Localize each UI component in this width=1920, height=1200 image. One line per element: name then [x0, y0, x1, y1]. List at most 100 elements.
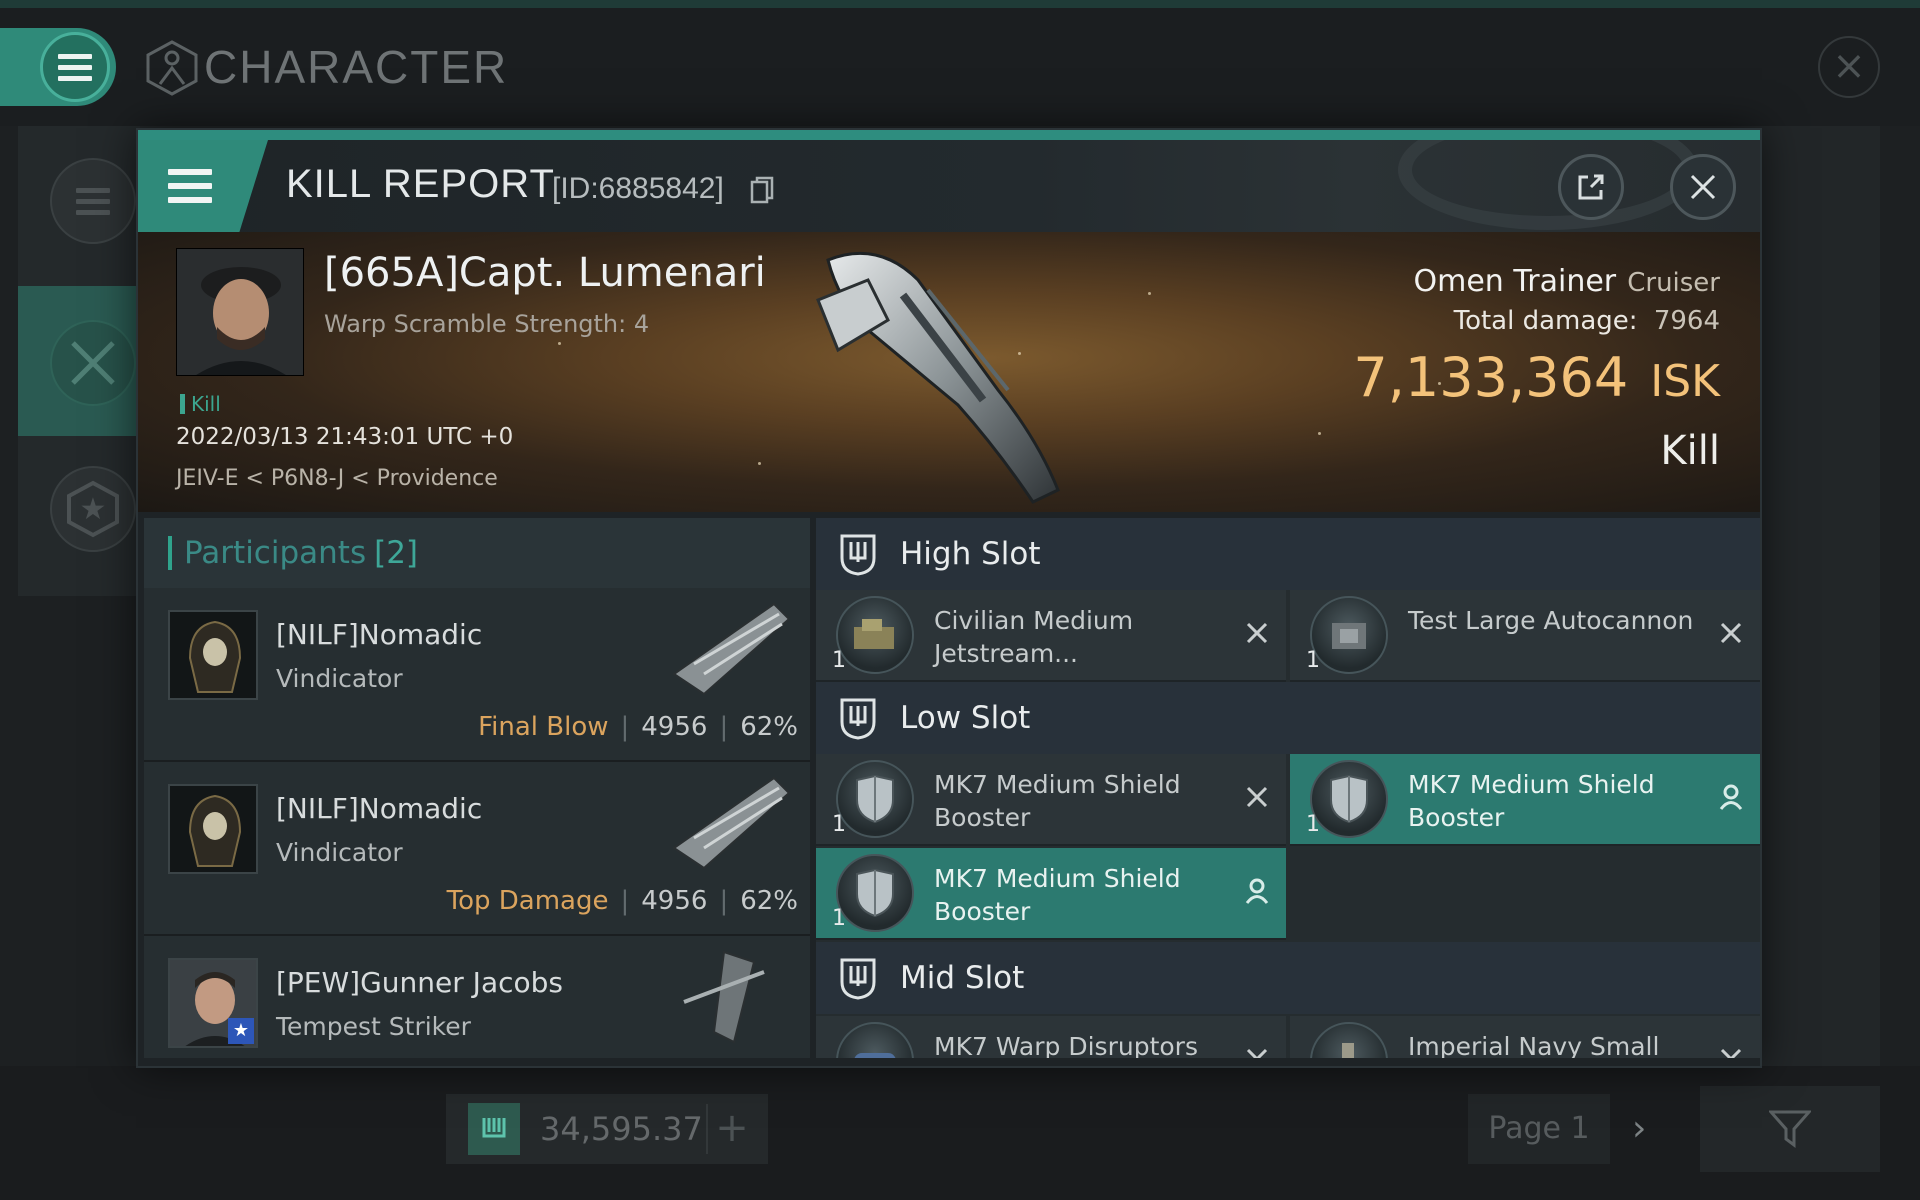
kill-summary-banner: [665A]Capt. Lumenari Warp Scramble Stren… — [138, 232, 1760, 512]
sidebar-star-icon[interactable]: ★ — [50, 466, 136, 552]
participant-ship-image — [672, 776, 791, 870]
participant-ship-image — [683, 950, 765, 1044]
high-slot-header: High Slot — [816, 518, 1760, 590]
background-sidebar: ★ — [18, 126, 140, 596]
participant-row[interactable]: [NILF]Nomadic Vindicator Top Damage | 4956… — [144, 762, 810, 936]
participant-percent: 62% — [740, 712, 798, 742]
wallet-display: 34,595.37 + — [446, 1094, 768, 1164]
hamburger-icon — [58, 53, 92, 81]
participants-label: Participants — [184, 535, 367, 571]
victim-portrait[interactable] — [176, 248, 304, 376]
low-slot-header: Low Slot — [816, 682, 1760, 754]
participant-avatar — [168, 610, 258, 700]
kill-location[interactable]: JEIV-E < P6N8-J < Providence — [176, 466, 498, 491]
kill-timestamp: 2022/03/13 21:43:01 UTC +0 — [176, 424, 514, 450]
jetstream-module-icon — [836, 596, 914, 674]
dropped-icon — [1240, 874, 1274, 908]
participant-row[interactable]: [NILF]Nomadic Vindicator Final Blow | 4956… — [144, 588, 810, 762]
page-indicator: Page 1 — [1468, 1094, 1610, 1164]
module-name: Test Large Autocannon — [1408, 606, 1694, 635]
destroyed-icon — [1714, 1042, 1748, 1058]
module-name: Civilian Medium Jetstream... — [934, 606, 1134, 668]
module-name: MK7 Warp Disruptors — [934, 1032, 1198, 1058]
participant-avatar: ★ — [168, 958, 258, 1048]
victim-ship-image[interactable] — [808, 240, 1138, 510]
module-item[interactable]: 1 Imperial Navy Small — [1290, 1016, 1760, 1058]
participant-avatar — [168, 784, 258, 874]
module-item[interactable]: 1 Test Large Autocannon — [1290, 590, 1760, 682]
star-badge-icon: ★ — [228, 1018, 254, 1044]
participants-panel: Participants [2] [NILF]Nomadic Vindicato… — [144, 518, 810, 1058]
module-item[interactable]: 1 MK7 Medium Shield Booster — [816, 754, 1286, 846]
shield-booster-icon — [836, 854, 914, 932]
filter-button[interactable] — [1700, 1086, 1880, 1172]
autocannon-module-icon — [1310, 596, 1388, 674]
isk-unit: ISK — [1650, 356, 1720, 407]
module-quantity: 1 — [1306, 812, 1320, 837]
mid-slot-icon — [840, 958, 876, 1000]
sidebar-menu-icon[interactable] — [50, 158, 136, 244]
wallet-icon — [468, 1103, 520, 1155]
kill-report-id: [ID:6885842] — [552, 172, 724, 205]
participant-role: Final Blow — [478, 712, 609, 742]
mid-slot-header: Mid Slot — [816, 942, 1760, 1014]
module-name: MK7 Medium Shield Booster — [1408, 770, 1655, 832]
participant-stats: Top Damage | 4956 | 62% — [446, 886, 798, 916]
add-funds-button[interactable]: + — [706, 1104, 756, 1154]
dialog-title: KILL REPORT — [286, 162, 555, 206]
participant-ship-image — [672, 602, 791, 696]
character-menu-button[interactable] — [0, 28, 116, 106]
close-icon — [1690, 174, 1716, 200]
warp-scramble-strength: Warp Scramble Strength: 4 — [324, 310, 650, 338]
module-item[interactable]: 1 MK7 Medium Shield Booster — [816, 848, 1286, 940]
shield-booster-icon — [836, 760, 914, 838]
hamburger-icon — [168, 169, 212, 203]
module-quantity: 1 — [1306, 648, 1320, 673]
isk-value: 7,133,364 — [1353, 346, 1629, 409]
participant-ship: Vindicator — [276, 838, 403, 867]
high-slot-icon — [840, 534, 876, 576]
module-name: MK7 Medium Shield Booster — [934, 864, 1181, 926]
character-icon — [146, 40, 198, 96]
window-close-button[interactable]: × — [1818, 36, 1880, 98]
window-title: CHARACTER — [204, 41, 509, 93]
next-page-button[interactable]: › — [1632, 1094, 1668, 1164]
module-quantity: 1 — [832, 648, 846, 673]
participant-stats: Final Blow | 4956 | 62% — [478, 712, 798, 742]
imperial-navy-module-icon — [1310, 1022, 1388, 1058]
module-name: MK7 Medium Shield Booster — [934, 770, 1181, 832]
destroyed-icon — [1240, 616, 1274, 650]
low-slot-icon — [840, 698, 876, 740]
kill-tag: Kill — [180, 392, 221, 416]
top-strip — [0, 0, 1920, 8]
sidebar-combat-icon[interactable] — [50, 320, 136, 406]
ship-class: Cruiser — [1627, 268, 1720, 298]
destroyed-icon — [1240, 780, 1274, 814]
ship-name[interactable]: Omen Trainer — [1414, 264, 1617, 299]
svg-text:★: ★ — [80, 492, 107, 527]
module-item[interactable]: 1 MK7 Warp Disruptors — [816, 1016, 1286, 1058]
close-icon: × — [1832, 43, 1866, 89]
participant-row[interactable]: ★ [PEW]Gunner Jacobs Tempest Striker — [144, 936, 810, 1058]
isk-value-row: 7,133,364 ISK — [1353, 346, 1720, 409]
participant-name: [NILF]Nomadic — [276, 792, 483, 825]
destroyed-icon — [1714, 616, 1748, 650]
share-button[interactable] — [1558, 154, 1624, 220]
participant-ship: Vindicator — [276, 664, 403, 693]
module-item[interactable]: 1 Civilian Medium Jetstream... — [816, 590, 1286, 682]
dialog-close-button[interactable] — [1670, 154, 1736, 220]
copy-icon[interactable] — [750, 176, 774, 204]
dropped-icon — [1714, 780, 1748, 814]
module-item[interactable]: 1 MK7 Medium Shield Booster — [1290, 754, 1760, 846]
mid-slot-label: Mid Slot — [900, 960, 1025, 996]
wallet-amount: 34,595.37 — [540, 1110, 703, 1148]
total-damage-row: Total damage: 7964 — [1454, 306, 1720, 336]
participants-header[interactable]: Participants [2] — [144, 518, 810, 588]
victim-name[interactable]: [665A]Capt. Lumenari — [324, 250, 766, 296]
ship-name-row: Omen Trainer Cruiser — [1414, 264, 1721, 299]
module-name: Imperial Navy Small — [1408, 1032, 1660, 1058]
module-quantity: 1 — [832, 812, 846, 837]
participant-damage: 4956 — [641, 886, 708, 916]
filter-icon — [1769, 1110, 1811, 1148]
chevron-right-icon: › — [1632, 1108, 1647, 1149]
